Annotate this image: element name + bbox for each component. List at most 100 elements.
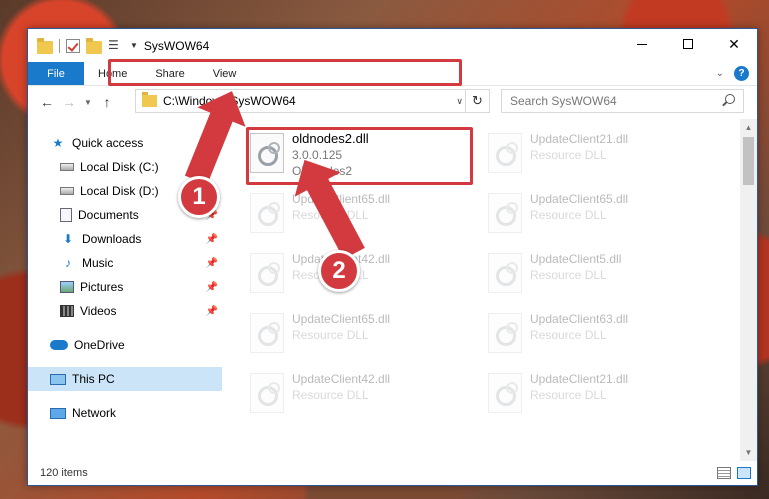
file-item[interactable]: UpdateClient65.dll Resource DLL [250,187,476,243]
window-controls: ✕ [619,29,757,59]
help-icon[interactable]: ? [734,66,749,81]
file-meta: UpdateClient21.dll Resource DLL [530,367,628,423]
file-item[interactable]: UpdateClient21.dll Resource DLL [488,367,714,423]
music-icon: ♪ [65,256,71,270]
maximize-button[interactable] [665,29,711,59]
file-name: UpdateClient65.dll [292,312,391,326]
toolbar-dropdown-icon[interactable]: ▼ [130,41,138,50]
file-name: UpdateClient21.dll [530,372,629,386]
sidebar-item-label: Local Disk (D:) [80,184,159,198]
file-item[interactable]: UpdateClient65.dll Resource DLL [488,187,714,243]
vertical-scrollbar[interactable]: ▲ ▼ [740,119,757,461]
pin-icon[interactable]: 📌 [206,282,218,293]
maximize-icon [683,39,693,49]
file-item[interactable]: UpdateClient21.dll Resource DLL [488,127,714,183]
up-arrow-icon[interactable]: ↑ [96,94,118,110]
file-name: UpdateClient5.dll [530,252,622,266]
videos-icon [60,305,74,317]
dll-file-icon [488,313,522,353]
status-bar: 120 items [28,461,757,485]
file-name: UpdateClient21.dll [530,132,629,146]
file-explorer-window: ☰ ▼ SysWOW64 ✕ File Home Share View ⌄ ? … [27,28,758,486]
dll-file-icon [488,253,522,293]
forward-arrow-icon[interactable]: → [58,94,80,110]
downloads-icon: ⬇ [62,232,74,246]
scrollbar-thumb[interactable] [743,137,754,185]
file-item[interactable]: UpdateClient42.dll Resource DLL [250,367,476,423]
sidebar-item-label: Quick access [72,136,144,150]
address-dropdown-icon[interactable]: ∨ [456,96,463,107]
search-placeholder: Search SysWOW64 [510,94,617,108]
address-bar[interactable]: C:\Windows\SysWOW64 ∨ ↻ [135,89,490,113]
step-1-badge: 1 [178,176,220,218]
file-meta: UpdateClient42.dll Resource DLL [292,367,390,423]
customize-toolbar-icon[interactable]: ☰ [108,38,124,54]
file-highlight-box [246,127,473,185]
file-description: Resource DLL [292,328,369,342]
search-input[interactable]: Search SysWOW64 [501,89,744,113]
star-icon: ★ [52,136,64,150]
file-meta: UpdateClient65.dll Resource DLL [530,187,628,243]
dll-file-icon [488,133,522,173]
chevron-down-icon[interactable]: ⌄ [716,68,724,79]
step-2-badge: 2 [318,250,360,292]
address-folder-icon [142,92,157,107]
refresh-icon[interactable]: ↻ [465,90,489,112]
scroll-up-icon[interactable]: ▲ [740,119,757,136]
scroll-down-icon[interactable]: ▼ [740,444,757,461]
file-name: UpdateClient63.dll [530,312,629,326]
tab-file[interactable]: File [28,62,84,85]
dll-file-icon [250,253,284,293]
sidebar-item-videos[interactable]: Videos 📌 [28,299,222,323]
recent-locations-icon[interactable]: ▼ [80,98,96,107]
sidebar-item-onedrive[interactable]: OneDrive [28,333,222,357]
file-item[interactable]: UpdateClient65.dll Resource DLL [250,307,476,363]
file-item[interactable]: UpdateClient42.dll Resource DLL [250,247,476,303]
minimize-button[interactable] [619,29,665,59]
folder-icon [37,37,53,54]
file-item[interactable]: UpdateClient5.dll Resource DLL [488,247,714,303]
close-icon: ✕ [728,35,740,52]
file-description: Resource DLL [530,208,607,222]
sidebar-item-label: This PC [72,372,115,386]
file-meta: UpdateClient65.dll Resource DLL [292,307,390,363]
toolbar-divider [59,38,60,53]
details-view-icon[interactable] [717,467,731,479]
title-bar: ☰ ▼ SysWOW64 ✕ [28,29,757,62]
sidebar-item-label: Downloads [82,232,142,246]
file-item[interactable]: UpdateClient63.dll Resource DLL [488,307,714,363]
file-description: Resource DLL [530,268,607,282]
sidebar-item-label: Videos [80,304,117,318]
pin-icon[interactable]: 📌 [206,234,218,245]
sidebar-item-label: Network [72,406,117,420]
sidebar-item-pictures[interactable]: Pictures 📌 [28,275,222,299]
dll-file-icon [488,373,522,413]
network-icon [50,407,66,419]
file-meta: UpdateClient5.dll Resource DLL [530,247,621,303]
sidebar-item-label: Music [82,256,114,270]
sidebar-item-downloads[interactable]: ⬇ Downloads 📌 [28,227,222,251]
item-count: 120 items [40,467,88,479]
dll-file-icon [250,313,284,353]
sidebar-item-quick-access[interactable]: ★ Quick access [28,131,222,155]
close-button[interactable]: ✕ [711,29,757,59]
back-arrow-icon[interactable]: ← [36,94,58,110]
sidebar-item-this-pc[interactable]: This PC [28,367,222,391]
disk-icon [60,187,74,195]
new-folder-icon[interactable] [86,37,102,54]
sidebar-item-label: Pictures [80,280,124,294]
pin-icon[interactable]: 📌 [206,258,218,269]
large-icons-view-icon[interactable] [737,467,751,479]
pictures-icon [60,281,74,293]
pin-icon[interactable]: 📌 [206,306,218,317]
view-toggle [717,467,751,479]
properties-check-icon[interactable] [66,38,80,53]
file-description: Resource DLL [292,388,369,402]
sidebar-item-music[interactable]: ♪ Music 📌 [28,251,222,275]
disk-icon [60,163,74,171]
sidebar-item-network[interactable]: Network [28,401,222,425]
ribbon-right-controls: ⌄ ? [716,66,749,81]
file-description: Resource DLL [530,328,607,342]
